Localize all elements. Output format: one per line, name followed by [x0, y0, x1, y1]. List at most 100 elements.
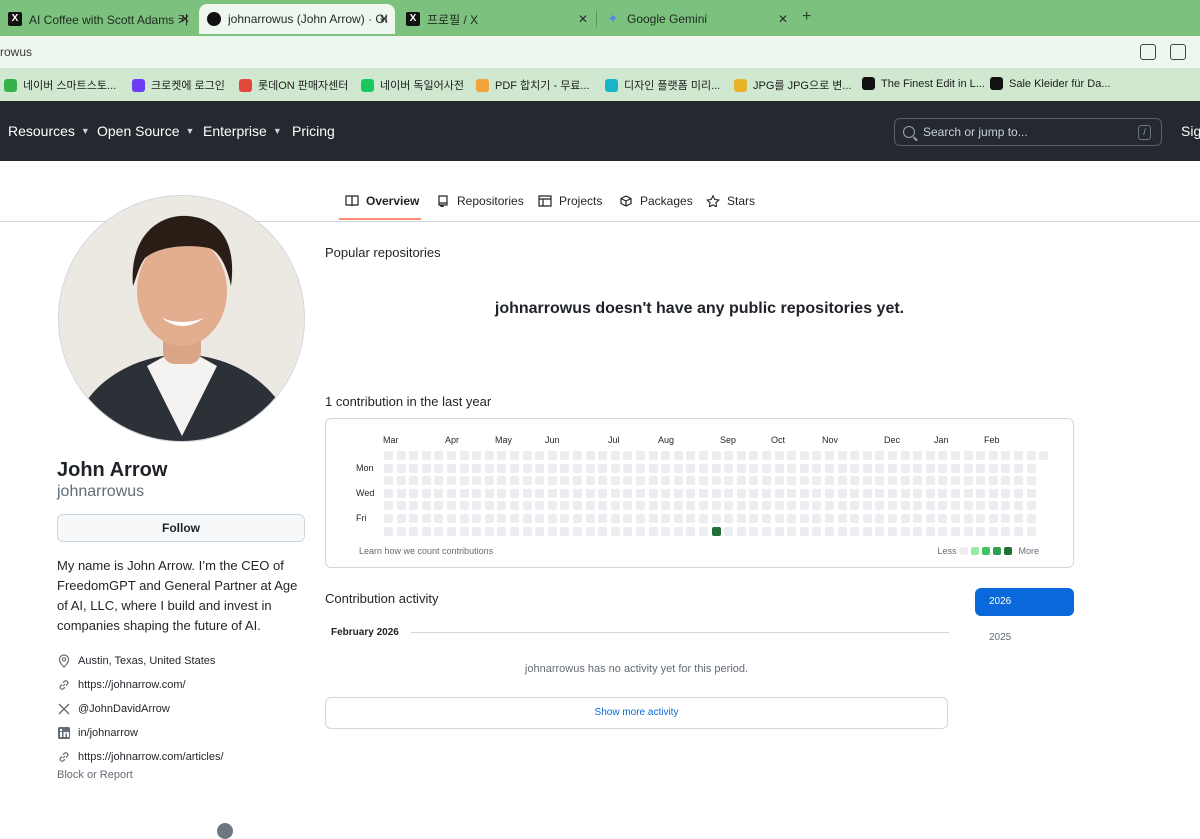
contribution-cell[interactable]	[384, 451, 393, 460]
contribution-cell[interactable]	[799, 501, 809, 511]
contribution-cell[interactable]	[938, 514, 948, 523]
contribution-cell[interactable]	[913, 526, 923, 536]
contribution-cell[interactable]	[875, 501, 885, 511]
contribution-cell[interactable]	[547, 501, 557, 511]
contribution-cell[interactable]	[724, 501, 734, 511]
contribution-cell[interactable]	[497, 476, 507, 486]
contribution-cell[interactable]	[434, 476, 444, 486]
contribution-cell[interactable]	[812, 488, 822, 498]
contribution-cell[interactable]	[447, 463, 456, 473]
contribution-cell[interactable]	[1001, 501, 1011, 511]
contribution-cell[interactable]	[535, 451, 545, 460]
contribution-cell[interactable]	[976, 488, 986, 498]
contribution-cell[interactable]	[900, 476, 910, 486]
bookmark-item[interactable]: The Finest Edit in L...	[862, 77, 985, 90]
contribution-cell[interactable]	[850, 526, 860, 536]
contribution-cell[interactable]	[396, 488, 406, 498]
contribution-cell[interactable]	[787, 451, 797, 460]
contribution-cell[interactable]	[434, 501, 444, 511]
contribution-cell[interactable]	[421, 514, 431, 523]
contribution-cell[interactable]	[1014, 451, 1023, 460]
contribution-cell[interactable]	[825, 514, 834, 523]
contribution-cell[interactable]	[623, 526, 633, 536]
year-2025-button[interactable]: 2025	[975, 624, 1074, 652]
contribution-cell[interactable]	[938, 476, 948, 486]
contribution-cell[interactable]	[963, 501, 973, 511]
contribution-cell[interactable]	[421, 463, 431, 473]
contribution-cell[interactable]	[409, 526, 419, 536]
contribution-cell[interactable]	[560, 451, 570, 460]
contribution-cell[interactable]	[888, 476, 897, 486]
contribution-cell[interactable]	[976, 501, 986, 511]
contribution-cell[interactable]	[774, 451, 784, 460]
contribution-cell[interactable]	[724, 514, 734, 523]
contribution-cell[interactable]	[862, 476, 872, 486]
bookmark-item[interactable]: 롯데ON 판매자센터	[239, 77, 348, 93]
contribution-cell[interactable]	[837, 501, 847, 511]
contribution-cell[interactable]	[749, 476, 759, 486]
contribution-cell[interactable]	[573, 451, 582, 460]
contribution-cell[interactable]	[799, 526, 809, 536]
contribution-cell[interactable]	[472, 526, 482, 536]
contribution-cell[interactable]	[812, 463, 822, 473]
contribution-cell[interactable]	[384, 476, 393, 486]
bookmark-item[interactable]: 네이버 독일어사전	[361, 77, 464, 93]
contribution-cell[interactable]	[459, 514, 469, 523]
contribution-cell[interactable]	[535, 514, 545, 523]
contribution-cell[interactable]	[396, 514, 406, 523]
contribution-cell[interactable]	[699, 476, 708, 486]
contribution-cell[interactable]	[724, 476, 734, 486]
contribution-cell[interactable]	[812, 501, 822, 511]
contribution-cell[interactable]	[862, 526, 872, 536]
contribution-cell[interactable]	[560, 476, 570, 486]
contribution-cell[interactable]	[699, 501, 708, 511]
contribution-cell[interactable]	[799, 514, 809, 523]
contribution-cell[interactable]	[976, 451, 986, 460]
contribution-cell[interactable]	[661, 501, 671, 511]
contribution-cell[interactable]	[925, 514, 935, 523]
contribution-cell[interactable]	[963, 476, 973, 486]
address-input[interactable]: rowus	[0, 45, 32, 59]
nav-resources[interactable]: Resources ▼	[8, 123, 90, 139]
contribution-cell[interactable]	[699, 514, 708, 523]
contribution-cell[interactable]	[673, 526, 683, 536]
contribution-cell[interactable]	[711, 501, 721, 511]
contribution-cell[interactable]	[623, 451, 633, 460]
contribution-cell[interactable]	[610, 476, 620, 486]
contribution-cell[interactable]	[547, 488, 557, 498]
contribution-cell[interactable]	[762, 526, 771, 536]
contribution-cell[interactable]	[850, 501, 860, 511]
contribution-cell[interactable]	[573, 501, 582, 511]
contribution-cell[interactable]	[837, 488, 847, 498]
contribution-cell[interactable]	[888, 526, 897, 536]
contribution-cell[interactable]	[1026, 514, 1036, 523]
bookmark-item[interactable]: PDF 합치기 - 무료...	[476, 77, 590, 93]
contribution-cell[interactable]	[547, 451, 557, 460]
contribution-cell[interactable]	[812, 451, 822, 460]
contribution-cell[interactable]	[888, 514, 897, 523]
contribution-cell[interactable]	[925, 501, 935, 511]
contribution-cell[interactable]	[850, 488, 860, 498]
contribution-cell[interactable]	[472, 501, 482, 511]
contribution-cell[interactable]	[522, 501, 532, 511]
translate-icon[interactable]	[1140, 44, 1156, 60]
contribution-cell[interactable]	[673, 476, 683, 486]
profile-twitter[interactable]: @JohnDavidArrow	[57, 702, 170, 716]
contribution-cell[interactable]	[560, 526, 570, 536]
contribution-cell[interactable]	[547, 463, 557, 473]
contribution-cell[interactable]	[1001, 463, 1011, 473]
contribution-cell[interactable]	[623, 476, 633, 486]
contribution-cell[interactable]	[711, 476, 721, 486]
contribution-cell[interactable]	[749, 526, 759, 536]
contribution-cell[interactable]	[585, 463, 595, 473]
contribution-cell[interactable]	[547, 526, 557, 536]
contribution-cell[interactable]	[925, 526, 935, 536]
bookmark-item[interactable]: JPG를 JPG으로 변...	[734, 77, 852, 93]
contribution-cell[interactable]	[535, 526, 545, 536]
contribution-cell[interactable]	[510, 501, 519, 511]
contribution-cell[interactable]	[396, 463, 406, 473]
contribution-cell[interactable]	[1026, 488, 1036, 498]
contribution-cell[interactable]	[1026, 501, 1036, 511]
contribution-cell[interactable]	[535, 488, 545, 498]
contribution-cell[interactable]	[825, 501, 834, 511]
